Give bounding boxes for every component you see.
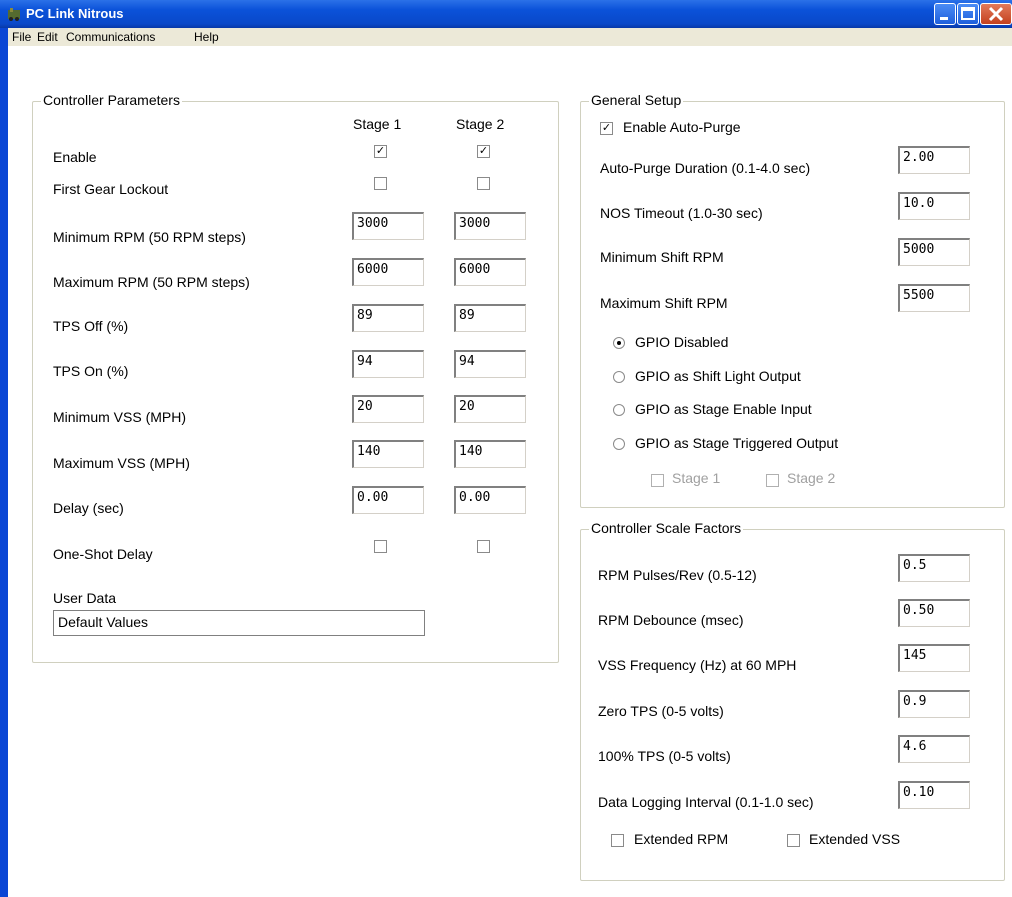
stage1-header: Stage 1: [353, 116, 402, 132]
first-gear-stage2-checkbox[interactable]: [477, 177, 490, 190]
zero-tps-label: Zero TPS (0-5 volts): [598, 703, 724, 719]
auto-purge-duration-label: Auto-Purge Duration (0.1-4.0 sec): [600, 160, 811, 176]
max-shift-rpm-label: Maximum Shift RPM: [600, 295, 728, 311]
minimize-icon: [940, 17, 948, 20]
tps-on-stage1-input[interactable]: 94: [352, 350, 424, 378]
close-button[interactable]: [980, 3, 1012, 25]
first-gear-stage1-checkbox[interactable]: [374, 177, 387, 190]
app-icon: [8, 8, 20, 21]
gpio-stage-enable-radio[interactable]: [613, 404, 625, 416]
gpio-stage-triggered-label: GPIO as Stage Triggered Output: [635, 435, 839, 451]
extended-vss-checkbox[interactable]: [787, 834, 800, 847]
min-rpm-stage1-input[interactable]: 3000: [352, 212, 424, 240]
enable-stage2-checkbox[interactable]: ✓: [477, 145, 490, 158]
delay-stage1-input[interactable]: 0.00: [352, 486, 424, 514]
enable-label: Enable: [53, 149, 97, 165]
max-rpm-stage1-input[interactable]: 6000: [352, 258, 424, 286]
data-logging-interval-input[interactable]: 0.10: [898, 781, 970, 809]
vss-frequency-input[interactable]: 145: [898, 644, 970, 672]
stage2-header: Stage 2: [456, 116, 505, 132]
gpio-stage-triggered-radio[interactable]: [613, 438, 625, 450]
menu-bar: File Edit Communications Help: [8, 28, 1012, 46]
menu-help[interactable]: Help: [194, 30, 219, 44]
auto-purge-checkbox[interactable]: ✓: [600, 122, 613, 135]
zero-tps-input[interactable]: 0.9: [898, 690, 970, 718]
auto-purge-label: Enable Auto-Purge: [623, 119, 741, 135]
one-shot-stage2-checkbox[interactable]: [477, 540, 490, 553]
maximize-button[interactable]: [957, 3, 979, 25]
rpm-debounce-label: RPM Debounce (msec): [598, 612, 744, 628]
menu-edit[interactable]: Edit: [37, 30, 58, 44]
rpm-debounce-input[interactable]: 0.50: [898, 599, 970, 627]
user-data-input[interactable]: Default Values: [53, 610, 425, 636]
tps-off-stage1-input[interactable]: 89: [352, 304, 424, 332]
rpm-pulses-label: RPM Pulses/Rev (0.5-12): [598, 567, 757, 583]
gpio-disabled-label: GPIO Disabled: [635, 334, 729, 350]
min-rpm-label: Minimum RPM (50 RPM steps): [53, 229, 246, 245]
max-vss-stage1-input[interactable]: 140: [352, 440, 424, 468]
data-logging-interval-label: Data Logging Interval (0.1-1.0 sec): [598, 794, 814, 810]
max-vss-stage2-input[interactable]: 140: [454, 440, 526, 468]
delay-label: Delay (sec): [53, 500, 124, 516]
min-vss-stage2-input[interactable]: 20: [454, 395, 526, 423]
delay-stage2-input[interactable]: 0.00: [454, 486, 526, 514]
minimize-button[interactable]: [934, 3, 956, 25]
scale-factors-title: Controller Scale Factors: [589, 520, 744, 536]
gpio-shift-light-label: GPIO as Shift Light Output: [635, 368, 801, 384]
app-window: PC Link Nitrous File Edit Communications…: [0, 0, 1012, 897]
gpio-stage1-checkbox[interactable]: [651, 474, 664, 487]
gpio-disabled-radio[interactable]: [613, 337, 625, 349]
gpio-stage2-checkbox[interactable]: [766, 474, 779, 487]
title-bar[interactable]: PC Link Nitrous: [0, 0, 1012, 28]
gpio-stage-enable-label: GPIO as Stage Enable Input: [635, 401, 812, 417]
max-rpm-stage2-input[interactable]: 6000: [454, 258, 526, 286]
min-rpm-stage2-input[interactable]: 3000: [454, 212, 526, 240]
gpio-stage2-label: Stage 2: [787, 470, 836, 486]
min-shift-rpm-label: Minimum Shift RPM: [600, 249, 724, 265]
maximize-icon: [961, 7, 975, 20]
vss-frequency-label: VSS Frequency (Hz) at 60 MPH: [598, 657, 797, 673]
one-shot-stage1-checkbox[interactable]: [374, 540, 387, 553]
user-data-label: User Data: [53, 590, 117, 606]
menu-file[interactable]: File: [12, 30, 31, 44]
extended-rpm-label: Extended RPM: [634, 831, 729, 847]
full-tps-label: 100% TPS (0-5 volts): [598, 748, 731, 764]
max-shift-rpm-input[interactable]: 5500: [898, 284, 970, 312]
window-border: [0, 28, 8, 897]
tps-on-stage2-input[interactable]: 94: [454, 350, 526, 378]
extended-vss-label: Extended VSS: [809, 831, 901, 847]
rpm-pulses-input[interactable]: 0.5: [898, 554, 970, 582]
tps-on-label: TPS On (%): [53, 363, 129, 379]
one-shot-delay-label: One-Shot Delay: [53, 546, 153, 562]
controller-parameters-title: Controller Parameters: [41, 92, 182, 108]
min-vss-label: Minimum VSS (MPH): [53, 409, 187, 425]
gpio-shift-light-radio[interactable]: [613, 371, 625, 383]
full-tps-input[interactable]: 4.6: [898, 735, 970, 763]
max-vss-label: Maximum VSS (MPH): [53, 455, 190, 471]
min-shift-rpm-input[interactable]: 5000: [898, 238, 970, 266]
tps-off-stage2-input[interactable]: 89: [454, 304, 526, 332]
first-gear-lockout-label: First Gear Lockout: [53, 181, 169, 197]
general-setup-title: General Setup: [589, 92, 684, 108]
gpio-stage1-label: Stage 1: [672, 470, 721, 486]
menu-communications[interactable]: Communications: [66, 30, 155, 44]
window-title: PC Link Nitrous: [26, 6, 124, 21]
auto-purge-duration-input[interactable]: 2.00: [898, 146, 970, 174]
enable-stage1-checkbox[interactable]: ✓: [374, 145, 387, 158]
close-icon: [988, 6, 1004, 22]
max-rpm-label: Maximum RPM (50 RPM steps): [53, 274, 250, 290]
extended-rpm-checkbox[interactable]: [611, 834, 624, 847]
tps-off-label: TPS Off (%): [53, 318, 129, 334]
nos-timeout-label: NOS Timeout (1.0-30 sec): [600, 205, 763, 221]
min-vss-stage1-input[interactable]: 20: [352, 395, 424, 423]
nos-timeout-input[interactable]: 10.0: [898, 192, 970, 220]
